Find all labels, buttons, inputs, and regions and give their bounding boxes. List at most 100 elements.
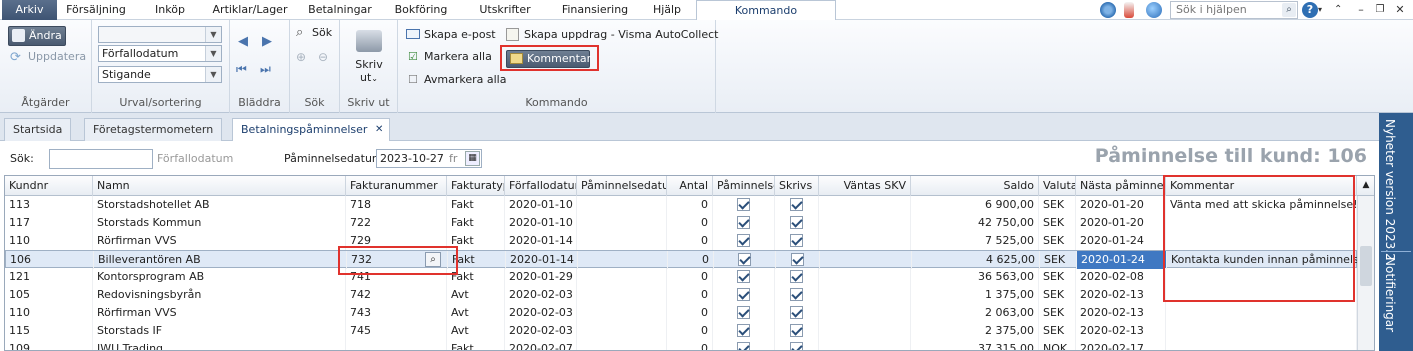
table-row[interactable]: 121 Kontorsprogram AB 741 Fakt 2020-01-29 0 36…	[5, 268, 1357, 286]
globe-icon[interactable]	[1146, 2, 1162, 18]
markera-alla-button[interactable]: ☑ Markera alla	[406, 50, 492, 63]
close-window-icon[interactable]: ✕	[1395, 2, 1405, 18]
cell-paminnelse[interactable]	[714, 251, 776, 269]
table-row[interactable]: 110 Rörfirman VVS 743 Avt 2020-02-03 0 2 063,0…	[5, 304, 1357, 322]
help-dropdown-icon[interactable]: ▾	[1318, 2, 1326, 18]
close-tab-icon[interactable]: ✕	[375, 119, 383, 140]
cell-skrivs[interactable]	[775, 322, 819, 340]
cell-paminnelse[interactable]	[713, 268, 775, 286]
cell-paminnelse[interactable]	[713, 214, 775, 232]
checkbox-checked-icon[interactable]	[737, 287, 750, 301]
checkbox-checked-icon[interactable]	[790, 269, 803, 283]
cell-skrivs[interactable]	[775, 286, 819, 304]
skapa-epost-button[interactable]: Skapa e-post	[406, 28, 496, 41]
menu-tab-hjalp[interactable]: Hjälp	[642, 0, 692, 20]
search-input[interactable]	[49, 149, 153, 169]
cell-skrivs[interactable]	[775, 340, 819, 350]
cell-paminnelse[interactable]	[713, 340, 775, 350]
cell-skrivs[interactable]	[775, 232, 819, 250]
menu-tab-inkop[interactable]: Inköp	[140, 0, 200, 20]
cell-skrivs[interactable]	[775, 268, 819, 286]
checkbox-checked-icon[interactable]	[737, 215, 750, 229]
paminnelsedatum-field[interactable]: 2023-10-27 fr ▦	[376, 149, 482, 168]
menu-tab-utskrifter[interactable]: Utskrifter	[470, 0, 540, 20]
checkbox-checked-icon[interactable]	[790, 341, 803, 350]
cell-paminnelse[interactable]	[713, 196, 775, 214]
menu-tab-betalningar[interactable]: Betalningar	[300, 0, 380, 20]
table-row[interactable]: 105 Redovisningsbyrån 742 Avt 2020-02-03 0 1 3…	[5, 286, 1357, 304]
col-vantas-skv[interactable]: Väntas SKV	[819, 176, 911, 196]
table-row[interactable]: 109 IWU Trading Fakt 2020-02-07 0 37 315,00 NO…	[5, 340, 1357, 350]
first-icon[interactable]: ⏮	[236, 62, 247, 77]
col-skrivs[interactable]: Skrivs	[775, 176, 819, 196]
checkbox-checked-icon[interactable]	[790, 305, 803, 319]
checkbox-checked-icon[interactable]	[790, 233, 803, 247]
sort-order-select[interactable]: Stigande ▼	[98, 66, 222, 83]
col-valuta[interactable]: Valuta	[1039, 176, 1076, 196]
cell-paminnelse[interactable]	[713, 232, 775, 250]
menu-tab-finansiering[interactable]: Finansiering	[553, 0, 637, 20]
tab-foretagstermometern[interactable]: Företagstermometern	[84, 118, 223, 141]
col-forfallodatum[interactable]: Förfallodatum	[505, 176, 577, 196]
checkbox-checked-icon[interactable]	[737, 341, 750, 350]
next-icon[interactable]: ▶	[262, 34, 272, 49]
scrollbar-thumb[interactable]	[1360, 246, 1372, 286]
menu-tab-kommando[interactable]: Kommando	[696, 0, 836, 20]
restore-icon[interactable]: ❐	[1375, 2, 1385, 18]
col-nasta-paminnelse[interactable]: Nästa påminnelse	[1076, 176, 1166, 196]
col-fakturanummer[interactable]: Fakturanummer	[346, 176, 447, 196]
skriv-ut-button[interactable]: Skriv ut⌄	[350, 26, 388, 86]
vertical-scrollbar[interactable]	[1357, 196, 1374, 350]
last-icon[interactable]: ⏭	[260, 62, 271, 77]
cell-paminnelse[interactable]	[713, 322, 775, 340]
help-search-icon[interactable]: ⌕	[1282, 3, 1296, 17]
checkbox-checked-icon[interactable]	[737, 269, 750, 283]
previous-icon[interactable]: ◀	[238, 34, 248, 49]
checkbox-checked-icon[interactable]	[737, 305, 750, 319]
col-antal[interactable]: Antal	[667, 176, 713, 196]
table-row[interactable]: 113 Storstadshotellet AB 718 Fakt 2020-01-10…	[5, 196, 1357, 214]
urval-select[interactable]: ▼	[98, 26, 222, 43]
scroll-up-icon[interactable]: ▲	[1357, 176, 1374, 196]
table-row[interactable]: 106 Billeverantören AB 732 ⌕ Fakt 2020-01-14 0…	[5, 250, 1358, 269]
avmarkera-alla-button[interactable]: ☐ Avmarkera alla	[406, 73, 506, 86]
checkbox-checked-icon[interactable]	[790, 215, 803, 229]
ribbon-collapse-icon[interactable]: ⌃	[1334, 2, 1346, 18]
sort-field-select[interactable]: Förfallodatum ▼	[98, 45, 222, 62]
cell-skrivs[interactable]	[775, 214, 819, 232]
sok-button[interactable]: ⌕ Sök	[296, 25, 332, 40]
table-row[interactable]: 110 Rörfirman VVS 729 Fakt 2020-01-14 0 7 525,…	[5, 232, 1357, 250]
notifieringar-tab[interactable]: Notifieringar	[1383, 257, 1397, 332]
menu-tab-artiklar[interactable]: Artiklar/Lager	[204, 0, 296, 20]
zoom-out-icon[interactable]: ⊖	[318, 50, 328, 64]
cell-skrivs[interactable]	[776, 251, 820, 269]
col-kundnr[interactable]: Kundnr	[5, 176, 93, 196]
checkbox-checked-icon[interactable]	[790, 197, 803, 211]
col-saldo[interactable]: Saldo	[911, 176, 1039, 196]
tab-startsida[interactable]: Startsida	[4, 118, 72, 141]
uppdatera-button[interactable]: ⟳ Uppdatera	[8, 50, 86, 65]
tab-betalningspaminnelser[interactable]: Betalningspåminnelser ✕	[232, 118, 391, 142]
checkbox-checked-icon[interactable]	[737, 233, 750, 247]
col-namn[interactable]: Namn	[93, 176, 346, 196]
checkbox-checked-icon[interactable]	[791, 252, 804, 266]
col-paminnelse[interactable]: Påminnelse	[713, 176, 775, 196]
cell-skrivs[interactable]	[775, 196, 819, 214]
checkbox-checked-icon[interactable]	[738, 252, 751, 266]
help-icon[interactable]: ?	[1302, 2, 1318, 18]
checkbox-checked-icon[interactable]	[737, 323, 750, 337]
col-paminnelsedatum[interactable]: Påminnelsedatum	[577, 176, 667, 196]
cell-paminnelse[interactable]	[713, 304, 775, 322]
nyheter-tab[interactable]: Nyheter version 2023.2	[1383, 119, 1397, 261]
calendar-icon[interactable]: ▦	[465, 151, 480, 166]
checkbox-checked-icon[interactable]	[790, 287, 803, 301]
cell-paminnelse[interactable]	[713, 286, 775, 304]
andra-button[interactable]: Ändra	[8, 26, 66, 46]
thermometer-icon[interactable]	[1124, 2, 1134, 18]
table-row[interactable]: 115 Storstads IF 745 Avt 2020-02-03 0 2 375,00…	[5, 322, 1357, 340]
menu-tab-bokforing[interactable]: Bokföring	[385, 0, 457, 20]
settings-gear-icon[interactable]	[1100, 2, 1116, 18]
menu-tab-arkiv[interactable]: Arkiv	[2, 0, 57, 20]
skapa-uppdrag-button[interactable]: Skapa uppdrag - Visma AutoCollect	[506, 28, 718, 41]
col-fakturatyp[interactable]: Fakturatyp	[447, 176, 505, 196]
